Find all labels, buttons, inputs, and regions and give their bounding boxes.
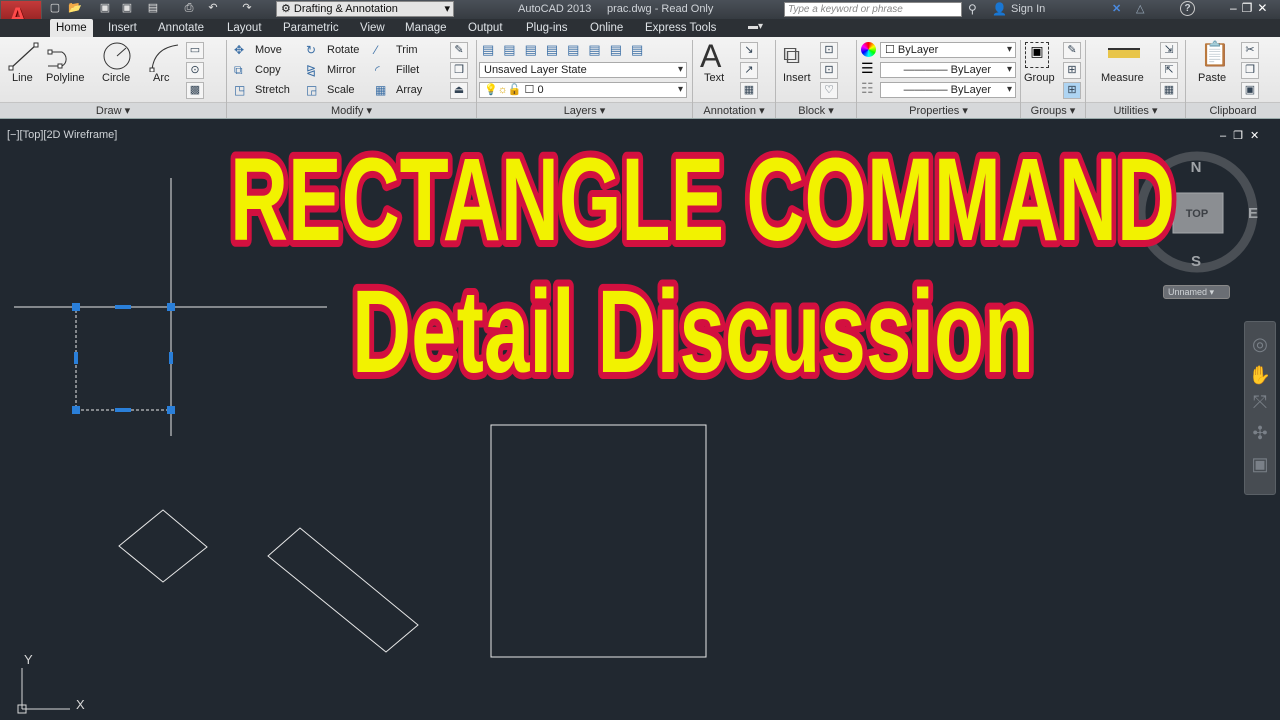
pan-icon[interactable]: ✋ — [1245, 365, 1275, 386]
title-overlay: RECTANGLE COMMAND Detail Discussion — [223, 127, 1182, 405]
ucs-menu-dropdown[interactable]: Unnamed ▾ — [1163, 285, 1230, 299]
ucs-name: Unnamed — [1168, 287, 1208, 297]
compass-north[interactable]: N — [1191, 159, 1202, 176]
drawing-canvas[interactable]: TOP N E S Y X RECTANGLE COMMAND Detail D… — [0, 0, 1280, 720]
compass-south[interactable]: S — [1191, 253, 1201, 270]
viewcube-face-label: TOP — [1186, 208, 1208, 220]
steering-wheel-icon[interactable]: ◎ — [1245, 334, 1275, 355]
overlay-title-line1: RECTANGLE COMMAND — [230, 134, 1175, 266]
overlay-title-line2: Detail Discussion — [352, 266, 1034, 398]
compass-east[interactable]: E — [1248, 205, 1258, 222]
ucs-y-label: Y — [24, 652, 33, 667]
rotated-rectangle[interactable] — [267, 527, 419, 653]
zoom-extents-icon[interactable]: ⤧ — [1245, 392, 1275, 413]
ucs-icon: Y X — [17, 652, 85, 714]
diamond-rectangle[interactable] — [118, 509, 208, 583]
showmotion-icon[interactable]: ▣ — [1245, 454, 1275, 475]
orbit-icon[interactable]: ✣ — [1245, 423, 1275, 444]
square-rectangle[interactable] — [490, 424, 707, 658]
selected-rectangle[interactable] — [72, 303, 175, 414]
navigation-bar[interactable]: ◎ ✋ ⤧ ✣ ▣ — [1244, 321, 1276, 495]
ucs-x-label: X — [76, 697, 85, 712]
